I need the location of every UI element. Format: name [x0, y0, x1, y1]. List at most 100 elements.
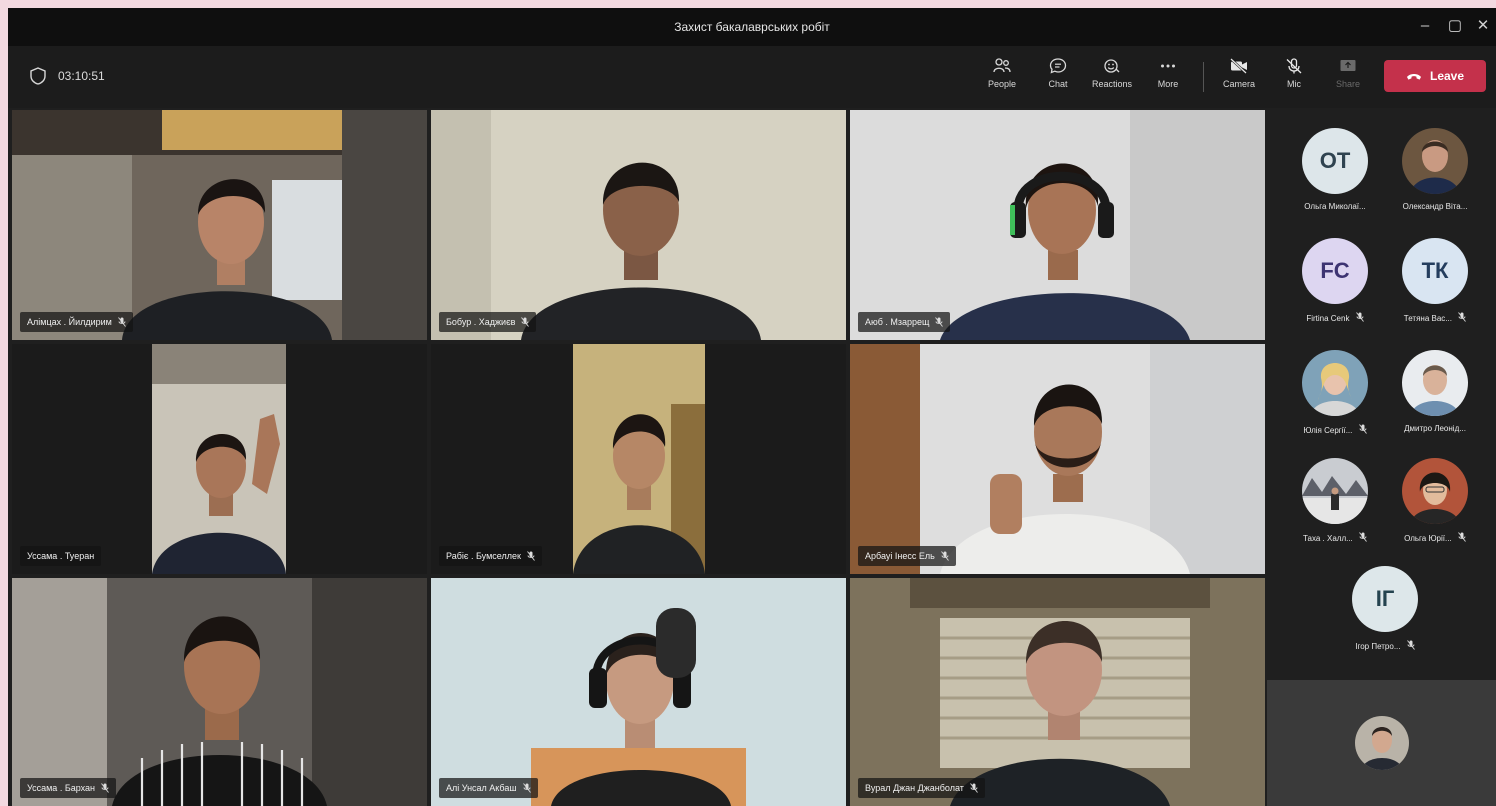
video-tile[interactable]: Бобур . Хаджиєв — [431, 110, 846, 340]
video-tile[interactable]: Алімцах . Йилдирим — [12, 110, 427, 340]
video-tile[interactable]: Рабіє . Бумселлек — [431, 344, 846, 574]
mic-off-icon — [1406, 640, 1415, 650]
mic-off-icon — [940, 551, 949, 561]
video-tile[interactable]: Арбауі Інесс Ель — [850, 344, 1265, 574]
avatar: ОТ — [1302, 128, 1368, 194]
mic-off-icon — [1286, 58, 1302, 74]
more-icon — [1161, 64, 1175, 68]
teams-meeting-window: Захист бакалаврських робіт – ▢ ✕ 03:10:5… — [8, 8, 1496, 806]
video-feed — [12, 110, 427, 340]
participant-name-tag: Аюб . Мзаррещ — [858, 312, 951, 332]
participant-label: Олександр Віта... — [1402, 202, 1468, 211]
mic-off-icon — [1359, 532, 1367, 542]
video-feed — [12, 344, 427, 574]
video-feed — [431, 110, 846, 340]
phone-hangup-icon — [1406, 73, 1421, 80]
participant-name: Алімцах . Йилдирим — [27, 317, 112, 327]
chat-button[interactable]: Chat — [1036, 58, 1080, 89]
avatar: ТК — [1402, 238, 1468, 304]
participant-name: Арбауі Інесс Ель — [865, 551, 935, 561]
participant-name-tag: Арбауі Інесс Ель — [858, 546, 956, 566]
participant-name: Рабіє . Бумселлек — [446, 551, 521, 561]
reactions-label: Reactions — [1091, 79, 1133, 89]
video-grid: Алімцах . Йилдирим Бобур . Хаджиєв Аюб .… — [12, 110, 1265, 806]
avatar: ІГ — [1352, 566, 1418, 632]
video-tile[interactable]: Вурал Джан Джанболат — [850, 578, 1265, 806]
participant-label: Ольга Миколаї... — [1304, 202, 1366, 211]
mic-off-icon — [521, 317, 530, 327]
participant-item[interactable]: ОТ Ольга Миколаї... — [1287, 128, 1383, 211]
participant-label: Таха . Халл... — [1287, 532, 1383, 543]
participant-item[interactable]: Юлія Сергії... — [1287, 350, 1383, 435]
minimize-button[interactable]: – — [1412, 14, 1438, 38]
mic-off-icon — [522, 783, 531, 793]
participant-name: Уссама . Туеран — [27, 551, 95, 561]
avatar — [1302, 350, 1368, 416]
mic-label: Mic — [1287, 79, 1301, 89]
chat-icon — [1049, 58, 1067, 74]
video-tile[interactable]: Алі Унсал Акбаш — [431, 578, 846, 806]
participant-label: Ольга Юрії... — [1387, 532, 1483, 543]
video-tile[interactable]: Уссама . Туеран — [12, 344, 427, 574]
participant-item[interactable]: Таха . Халл... — [1287, 458, 1383, 543]
participant-label: Тетяна Вас... — [1387, 312, 1483, 323]
meeting-toolbar: 03:10:51 People Chat Reactions More Came… — [8, 46, 1496, 108]
reactions-button[interactable]: Reactions — [1090, 58, 1134, 89]
mic-off-icon — [1458, 532, 1466, 542]
people-icon — [993, 58, 1011, 73]
avatar-initials: ІГ — [1375, 586, 1395, 611]
video-tile[interactable]: Уссама . Бархан — [12, 578, 427, 806]
leave-label: Leave — [1429, 69, 1465, 83]
participant-item[interactable]: FC Firtina Cenk — [1287, 238, 1383, 323]
more-button[interactable]: More — [1146, 58, 1190, 89]
participant-name-tag: Уссама . Бархан — [20, 778, 117, 798]
title-bar: Захист бакалаврських робіт – ▢ ✕ — [8, 8, 1496, 46]
participant-name-tag: Уссама . Туеран — [20, 546, 102, 566]
camera-label: Camera — [1222, 79, 1255, 89]
participant-item[interactable]: Дмитро Леонід... — [1387, 350, 1483, 433]
participant-name-tag: Алімцах . Йилдирим — [20, 312, 133, 332]
participant-item[interactable]: ТК Тетяна Вас... — [1387, 238, 1483, 323]
mic-button[interactable]: Mic — [1272, 58, 1316, 89]
mic-off-icon — [1458, 312, 1467, 322]
avatar-initials: ТК — [1421, 258, 1449, 283]
maximize-button[interactable]: ▢ — [1442, 14, 1468, 38]
video-feed — [850, 578, 1265, 806]
mic-off-icon — [118, 317, 126, 327]
share-label: Share — [1335, 79, 1361, 89]
self-view-panel[interactable] — [1267, 680, 1496, 806]
avatar-initials: FC — [1320, 258, 1350, 283]
mic-off-icon — [1358, 424, 1367, 434]
meeting-timer: 03:10:51 — [30, 67, 105, 85]
reactions-icon — [1104, 59, 1120, 73]
camera-button[interactable]: Camera — [1217, 58, 1261, 89]
participant-name: Уссама . Бархан — [27, 783, 96, 793]
avatar-initials: ОТ — [1319, 148, 1351, 173]
share-button[interactable]: Share — [1326, 58, 1370, 89]
people-label: People — [987, 79, 1017, 89]
participant-sidebar: ОТ Ольга Миколаї... Олександр Віта... FC… — [1267, 110, 1496, 806]
participant-label: Юлія Сергії... — [1287, 424, 1383, 435]
more-label: More — [1157, 79, 1179, 89]
people-button[interactable]: People — [980, 58, 1024, 89]
mic-off-icon — [935, 317, 944, 327]
toolbar-divider — [1203, 62, 1204, 92]
close-button[interactable]: ✕ — [1470, 14, 1496, 38]
share-tray-icon — [1340, 60, 1356, 71]
participant-label: Firtina Cenk — [1287, 312, 1383, 323]
mic-off-icon — [527, 551, 535, 561]
video-tile[interactable]: Аюб . Мзаррещ — [850, 110, 1265, 340]
avatar: FC — [1302, 238, 1368, 304]
participant-label: Дмитро Леонід... — [1404, 424, 1466, 433]
leave-button[interactable]: Leave — [1384, 60, 1486, 92]
participant-item[interactable]: Ольга Юрії... — [1387, 458, 1483, 543]
participant-name-tag: Вурал Джан Джанболат — [858, 778, 985, 798]
video-feed — [431, 344, 846, 574]
chat-label: Chat — [1048, 79, 1068, 89]
participant-name: Вурал Джан Джанболат — [865, 783, 964, 793]
participant-item[interactable]: Олександр Віта... — [1387, 128, 1483, 211]
participant-item[interactable]: ІГ Ігор Петро... — [1337, 566, 1433, 651]
camera-off-icon — [1230, 58, 1247, 74]
avatar — [1402, 128, 1468, 194]
avatar — [1402, 350, 1468, 416]
